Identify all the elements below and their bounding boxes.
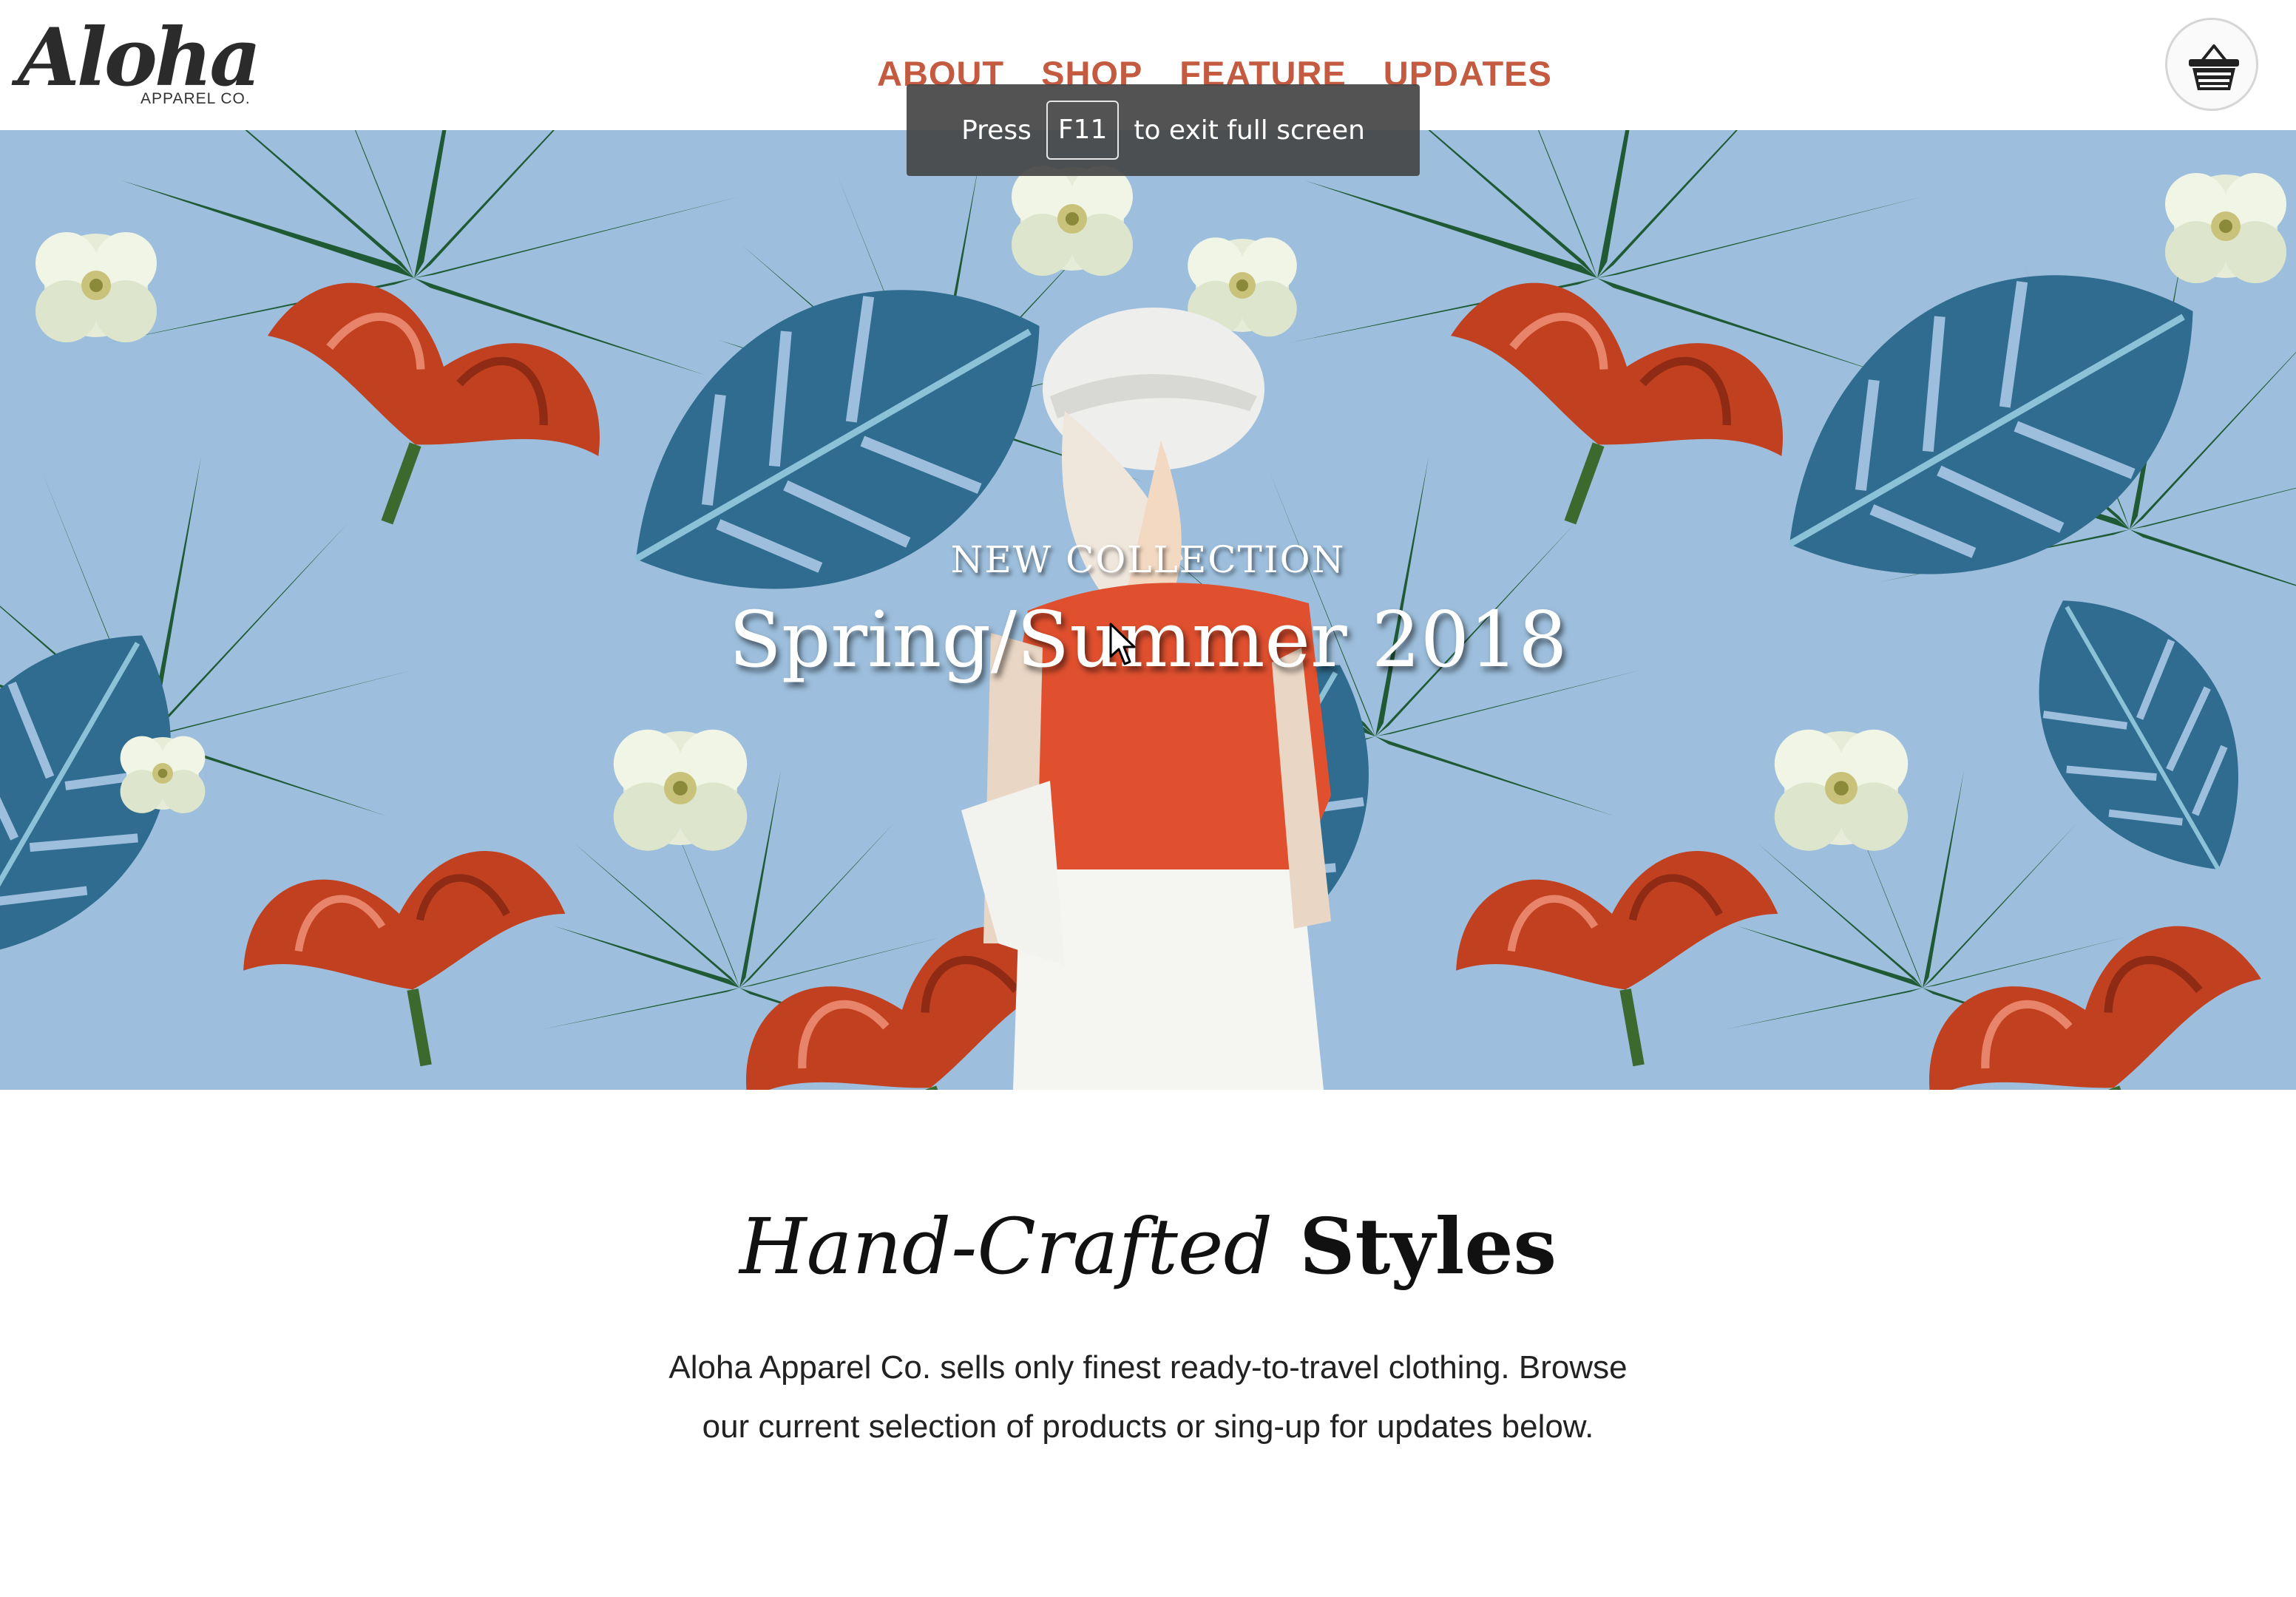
toast-rest-text: to exit full screen xyxy=(1134,115,1365,146)
intro-section: Hand-Crafted Styles Aloha Apparel Co. se… xyxy=(0,1090,2296,1597)
intro-heading-bold: Styles xyxy=(1299,1201,1557,1292)
hero-banner: NEW COLLECTION Spring/Summer 2018 xyxy=(0,130,2296,1090)
toast-f11-key: F11 xyxy=(1046,101,1120,160)
brand-logo[interactable]: Aloha APPAREL CO. xyxy=(18,13,261,109)
basket-icon xyxy=(2189,44,2239,90)
intro-heading: Hand-Crafted Styles xyxy=(0,1201,2296,1292)
hero-eyebrow: NEW COLLECTION xyxy=(950,538,1346,581)
logo-subtitle: APPAREL CO. xyxy=(140,90,251,107)
intro-body-text: Aloha Apparel Co. sells only finest read… xyxy=(668,1349,1628,1445)
hero-title: Spring/Summer 2018 xyxy=(728,594,1568,685)
fullscreen-exit-toast: Press F11 to exit full screen xyxy=(907,84,1420,176)
intro-heading-italic: Hand-Crafted xyxy=(739,1201,1273,1292)
mouse-cursor-icon xyxy=(1109,623,1136,665)
cart-button[interactable] xyxy=(2165,18,2258,111)
logo-script-text: Aloha xyxy=(18,11,261,104)
toast-press-text: Press xyxy=(961,115,1032,146)
